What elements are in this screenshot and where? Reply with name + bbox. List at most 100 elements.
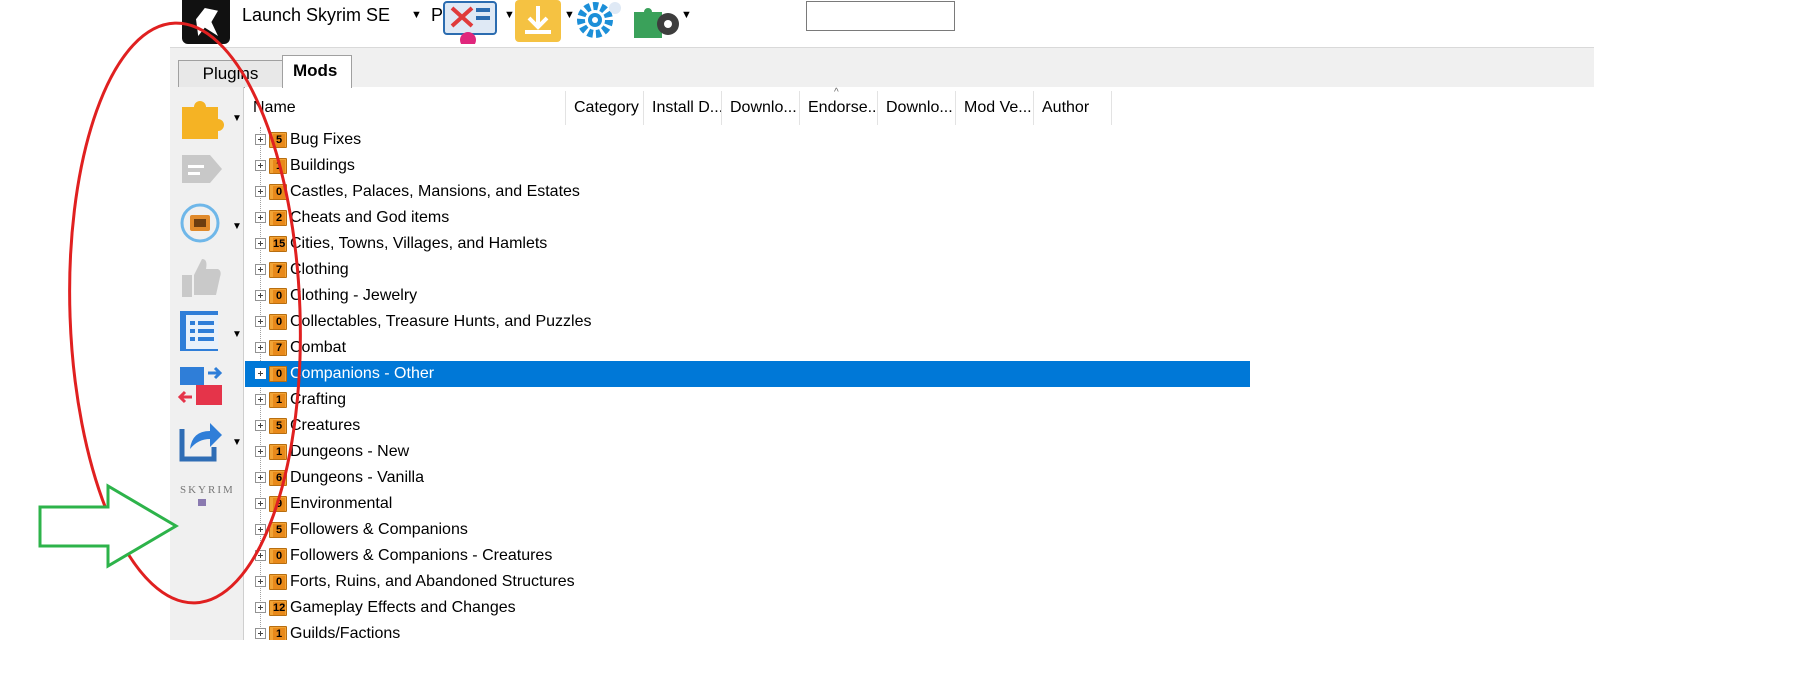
mod-list: Name Category Install D... Downlo... End… xyxy=(245,87,1594,640)
expand-icon[interactable] xyxy=(255,394,266,405)
category-row[interactable]: 9 Environmental xyxy=(245,491,1250,517)
tag-icon[interactable] xyxy=(176,145,236,195)
column-header-category[interactable]: Category xyxy=(566,91,644,125)
category-name: Collectables, Treasure Hunts, and Puzzle… xyxy=(290,313,592,330)
column-header-mod-version[interactable]: Mod Ve... xyxy=(956,91,1034,125)
category-count: 1 xyxy=(273,446,285,459)
folder-icon: 0 xyxy=(269,366,287,382)
update-dropdown-caret-icon[interactable]: ▼ xyxy=(232,221,242,232)
category-row[interactable]: 6 Dungeons - Vanilla xyxy=(245,465,1250,491)
column-header-author[interactable]: Author xyxy=(1034,91,1112,125)
category-row[interactable]: 0 Forts, Ruins, and Abandoned Structures xyxy=(245,569,1250,595)
folder-icon: 1 xyxy=(269,158,287,174)
tab-mods[interactable]: Mods xyxy=(282,55,352,88)
view-dropdown-caret-icon[interactable]: ▼ xyxy=(232,329,242,340)
category-row[interactable]: 1 Guilds/Factions xyxy=(245,621,1250,640)
column-header-download-source[interactable]: Downlo... xyxy=(878,91,956,125)
expand-icon[interactable] xyxy=(255,186,266,197)
expand-icon[interactable] xyxy=(255,498,266,509)
expand-icon[interactable] xyxy=(255,316,266,327)
folder-icon: 5 xyxy=(269,522,287,538)
category-row[interactable]: 1 Buildings xyxy=(245,153,1250,179)
category-row[interactable]: 0 Collectables, Treasure Hunts, and Puzzl… xyxy=(245,309,1250,335)
plugins-dropdown-caret-icon[interactable]: ▼ xyxy=(681,9,692,21)
column-header-endorsement[interactable]: Endorse... xyxy=(800,91,878,125)
category-row[interactable]: 5 Creatures xyxy=(245,413,1250,439)
skyrim-dragon-logo-icon[interactable] xyxy=(182,0,230,44)
expand-icon[interactable] xyxy=(255,290,266,301)
download-icon[interactable] xyxy=(513,0,563,44)
puzzle-piece-icon[interactable]: ▼ xyxy=(176,91,242,141)
category-name: Cities, Towns, Villages, and Hamlets xyxy=(290,235,548,252)
folder-icon: 1 xyxy=(269,392,287,408)
category-row[interactable]: 5 Bug Fixes xyxy=(245,127,1250,153)
category-row[interactable]: 5 Followers & Companions xyxy=(245,517,1250,543)
categories-dropdown-caret-icon[interactable]: ▼ xyxy=(232,113,242,124)
search-input[interactable] xyxy=(806,1,955,31)
main-toolbar: Launch Skyrim SE ▼ Profile 1 ▼ ▼ ▼ xyxy=(170,0,1594,47)
category-count: 12 xyxy=(273,602,286,615)
category-row[interactable]: 0 Followers & Companions - Creatures xyxy=(245,543,1250,569)
expand-icon[interactable] xyxy=(255,342,266,353)
update-check-icon[interactable]: ▼ xyxy=(176,199,242,249)
download-dropdown-caret-icon[interactable]: ▼ xyxy=(564,9,575,21)
folder-icon: 1 xyxy=(269,444,287,460)
expand-icon[interactable] xyxy=(255,420,266,431)
expand-icon[interactable] xyxy=(255,212,266,223)
expand-icon[interactable] xyxy=(255,134,266,145)
expand-icon[interactable] xyxy=(255,264,266,275)
category-row[interactable]: 7 Combat xyxy=(245,335,1250,361)
category-row[interactable]: 12 Gameplay Effects and Changes xyxy=(245,595,1250,621)
expand-icon[interactable] xyxy=(255,628,266,639)
category-row[interactable]: 15 Cities, Towns, Villages, and Hamlets xyxy=(245,231,1250,257)
skyrim-logo-text: SKYRIM xyxy=(180,484,232,496)
export-share-icon[interactable]: ▼ xyxy=(176,415,242,465)
expand-icon[interactable] xyxy=(255,524,266,535)
expand-icon[interactable] xyxy=(255,602,266,613)
category-count: 1 xyxy=(273,628,285,640)
column-header-install-date[interactable]: Install D... xyxy=(644,91,722,125)
expand-icon[interactable] xyxy=(255,238,266,249)
category-row[interactable]: 1 Dungeons - New xyxy=(245,439,1250,465)
category-count: 5 xyxy=(273,420,285,433)
expand-icon[interactable] xyxy=(255,576,266,587)
expand-icon[interactable] xyxy=(255,160,266,171)
list-view-icon[interactable]: ▼ xyxy=(176,307,242,357)
category-name: Crafting xyxy=(290,391,347,408)
category-row[interactable]: 1 Crafting xyxy=(245,387,1250,413)
tab-plugins[interactable]: Plugins xyxy=(178,60,283,87)
expand-icon[interactable] xyxy=(255,368,266,379)
tools-icon[interactable] xyxy=(442,0,502,44)
category-name: Companions - Other xyxy=(290,365,435,382)
folder-icon: 2 xyxy=(269,210,287,226)
category-count: 5 xyxy=(273,524,285,537)
category-row[interactable]: 0 Companions - Other xyxy=(245,361,1250,387)
column-header-download[interactable]: Downlo... xyxy=(722,91,800,125)
endorse-thumb-icon[interactable] xyxy=(176,253,236,303)
category-row[interactable]: 7 Clothing xyxy=(245,257,1250,283)
expand-icon[interactable] xyxy=(255,472,266,483)
mod-organizer-window: Launch Skyrim SE ▼ Profile 1 ▼ ▼ ▼ xyxy=(170,0,1594,640)
category-row[interactable]: 0 Castles, Palaces, Mansions, and Estates xyxy=(245,179,1250,205)
folder-icon: 5 xyxy=(269,132,287,148)
settings-gear-icon[interactable] xyxy=(575,0,627,40)
category-row[interactable]: 2 Cheats and God items xyxy=(245,205,1250,231)
category-name: Followers & Companions - Creatures xyxy=(290,547,553,564)
skyrim-logo-icon[interactable]: SKYRIM xyxy=(176,471,236,521)
expand-icon[interactable] xyxy=(255,446,266,457)
category-name: Creatures xyxy=(290,417,361,434)
export-dropdown-caret-icon[interactable]: ▼ xyxy=(232,437,242,448)
category-count: 0 xyxy=(273,368,285,381)
profile-transfer-icon[interactable] xyxy=(176,361,236,411)
expand-icon[interactable] xyxy=(255,550,266,561)
category-row[interactable]: 0 Clothing - Jewelry xyxy=(245,283,1250,309)
category-name: Buildings xyxy=(290,157,355,174)
column-header-name[interactable]: Name xyxy=(245,91,566,125)
launch-executable-select[interactable]: Launch Skyrim SE xyxy=(242,5,390,26)
folder-icon: 1 xyxy=(269,626,287,640)
category-count: 0 xyxy=(273,290,285,303)
category-count: 0 xyxy=(273,550,285,563)
category-name: Clothing - Jewelry xyxy=(290,287,418,304)
launch-dropdown-caret-icon[interactable]: ▼ xyxy=(411,9,422,21)
category-name: Cheats and God items xyxy=(290,209,450,226)
